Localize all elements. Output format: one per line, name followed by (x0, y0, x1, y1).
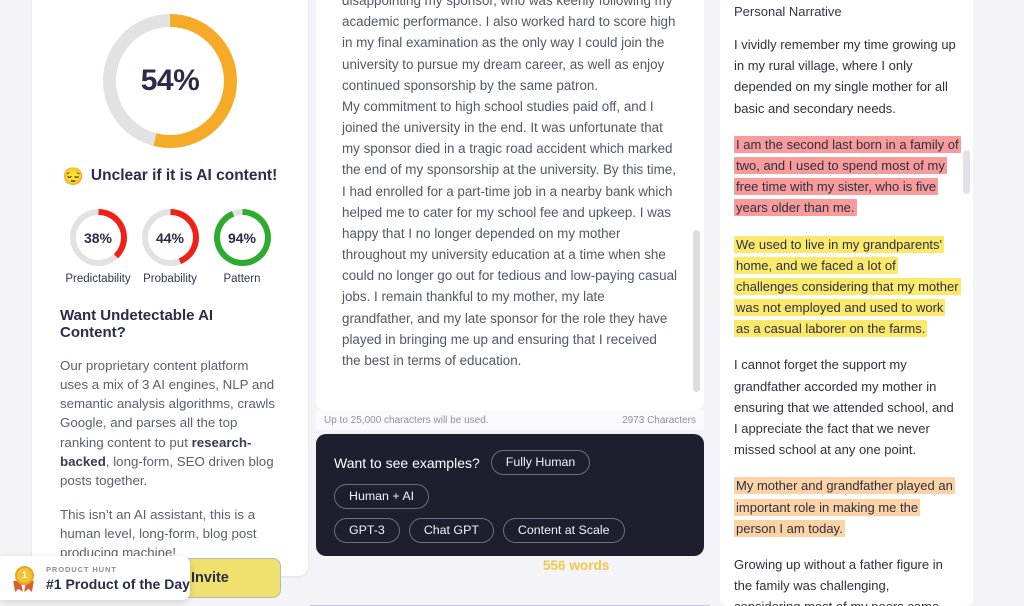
invite-button[interactable]: Invite (176, 558, 281, 598)
narrative-text: Growing up without a father figure in th… (734, 556, 943, 606)
narrative-paragraph: I vividly remember my time growing up in… (734, 34, 959, 119)
metric-value: 38% (83, 229, 113, 246)
chip-human-plus-ai[interactable]: Human + AI (334, 484, 430, 509)
product-hunt-text: PRODUCT HUNT #1 Product of the Day (46, 565, 190, 592)
main-gauge-center: 54% (116, 27, 224, 135)
predicted-words-line: Predicted based upon 556 words. (334, 558, 686, 573)
metric-value: 44% (155, 229, 185, 246)
narrative-paragraph: I am the second last born in a family of… (734, 134, 961, 219)
metric-item-predictability: 38% Predictability (62, 209, 134, 285)
metric-gauge-center: 44% (147, 215, 193, 260)
product-hunt-kicker: PRODUCT HUNT (46, 564, 117, 574)
predicted-value: 556 words (542, 558, 610, 573)
metric-gauge-center: 94% (219, 215, 265, 260)
narrative-highlight-red: I am the second last born in a family of… (734, 135, 961, 217)
narrative-paragraph: We used to live in my grandparents' home… (734, 234, 961, 340)
metric-label: Probability (143, 273, 197, 285)
metric-label: Predictability (65, 273, 131, 285)
metric-label: Pattern (223, 273, 261, 285)
verdict-line: 😔 Unclear if it is AI content! (60, 167, 280, 185)
content-textarea[interactable]: disappointing my sponsor, who was keenly… (316, 0, 704, 410)
narrative-highlight-orange: My mother and grandfather played an impo… (734, 477, 955, 537)
ai-detector-panel: 54% 😔 Unclear if it is AI content! 38% Pr… (32, 0, 308, 576)
chip-fully-human[interactable]: Fully Human (490, 450, 591, 475)
narrative-text: I cannot forget the support my grandfath… (734, 357, 954, 458)
promo-paragraph-1: Our proprietary content platform uses a … (60, 356, 280, 490)
metric-item-probability: 44% Probability (134, 209, 206, 285)
narrative-heading: Personal Narrative (734, 4, 842, 19)
app-root: 54% 😔 Unclear if it is AI content! 38% Pr… (0, 0, 1024, 606)
invite-button-label: Invite (191, 570, 229, 586)
editor-column: disappointing my sponsor, who was keenly… (316, 0, 704, 573)
character-count-bar: Up to 25,000 characters will be used. 29… (316, 410, 704, 430)
metric-gauges-row: 38% Predictability 44% Probability 94% Patter… (60, 209, 280, 285)
examples-row-1: Want to see examples? Fully Human Human … (334, 450, 686, 509)
chip-chat-gpt[interactable]: Chat GPT (408, 518, 494, 543)
medal-disc: 1 (15, 565, 34, 585)
metric-gauge-pattern: 94% (213, 209, 271, 266)
metric-gauge-center: 38% (75, 215, 121, 260)
pensive-face-icon: 😔 (62, 166, 84, 186)
main-ai-score-gauge: 54% (103, 14, 237, 148)
metric-value: 94% (227, 229, 257, 246)
metric-item-pattern: 94% Pattern (206, 209, 278, 285)
narrative-scrollbar[interactable] (963, 150, 970, 194)
product-hunt-badge[interactable]: 1 PRODUCT HUNT #1 Product of the Day (0, 556, 190, 600)
narrative-highlight-yellow: We used to live in my grandparents' home… (734, 235, 961, 338)
narrative-body: I vividly remember my time growing up in… (734, 34, 961, 606)
narrative-paragraph: My mother and grandfather played an impo… (734, 475, 959, 539)
narrative-paragraph: Growing up without a father figure in th… (734, 554, 959, 606)
chip-gpt-3[interactable]: GPT-3 (334, 518, 400, 543)
product-hunt-title: #1 Product of the Day (46, 575, 190, 592)
predicted-prefix: Predicted based upon (406, 558, 543, 573)
character-limit-note: Up to 25,000 characters will be used. (324, 414, 489, 426)
editor-scrollbar[interactable] (693, 230, 700, 392)
narrative-paragraph: I cannot forget the support my grandfath… (734, 354, 959, 460)
character-count: 2973 Characters (622, 414, 696, 426)
verdict-text: Unclear if it is AI content! (90, 167, 278, 184)
editor-text-body[interactable]: disappointing my sponsor, who was keenly… (342, 0, 678, 371)
examples-row-2: GPT-3 Chat GPT Content at Scale (334, 518, 686, 543)
chip-content-at-scale[interactable]: Content at Scale (502, 518, 625, 543)
promo-paragraph-2: This isn’t an AI assistant, this is a hu… (60, 506, 257, 561)
main-gauge-value: 54% (140, 64, 200, 97)
narrative-text: I vividly remember my time growing up in… (734, 37, 956, 116)
metric-gauge-predictability: 38% (69, 209, 127, 266)
examples-question: Want to see examples? (334, 454, 480, 471)
editor-paragraph: My commitment to high school studies pai… (342, 98, 677, 368)
predicted-suffix: . (609, 558, 614, 573)
promo-heading: Want Undetectable AI Content? (60, 307, 214, 341)
main-gauge-wrap: 54% (60, 14, 280, 148)
medal-icon: 1 (12, 565, 37, 591)
metric-gauge-probability: 44% (141, 209, 199, 266)
narrative-panel: Personal Narrative I vividly remember my… (720, 0, 973, 606)
examples-panel: Want to see examples? Fully Human Human … (316, 434, 704, 573)
editor-paragraph: disappointing my sponsor, who was keenly… (342, 0, 676, 93)
